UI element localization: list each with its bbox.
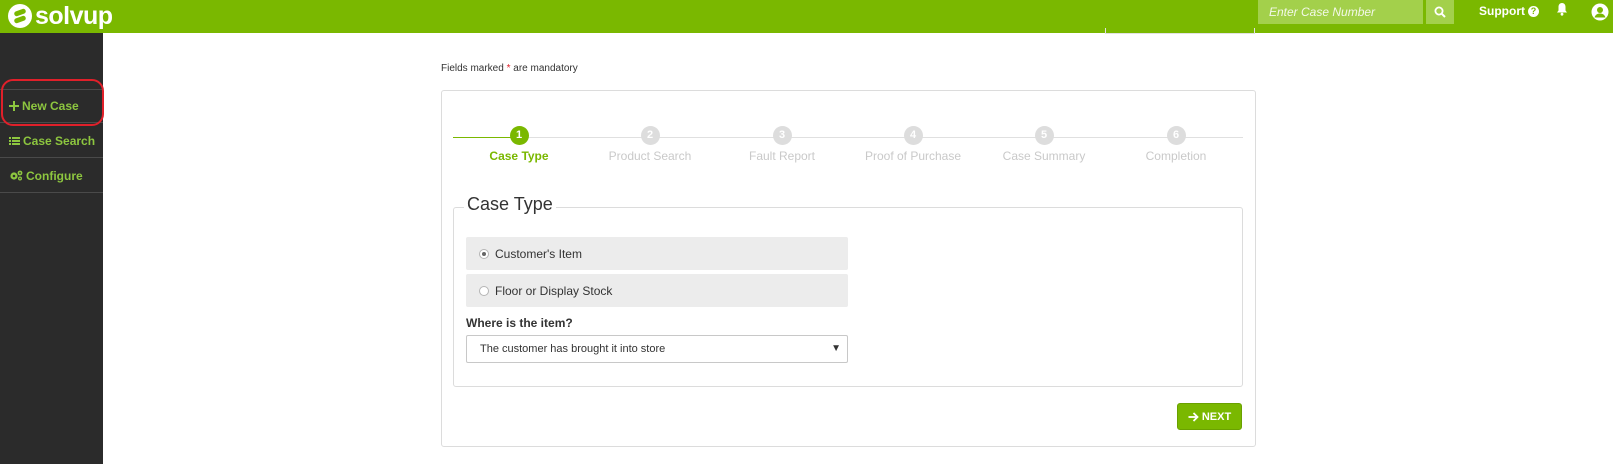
sidebar-item-label: Case Search	[23, 133, 96, 148]
step-proof-of-purchase[interactable]: 4 Proof of Purchase	[843, 126, 983, 163]
step-number: 1	[509, 126, 529, 145]
list-icon	[9, 136, 20, 146]
brand-name: solvup	[35, 2, 113, 30]
step-product-search[interactable]: 2 Product Search	[580, 126, 720, 163]
dropdown-arrow-icon: ▼	[831, 343, 841, 354]
sidebar-item-label: Configure	[26, 168, 83, 183]
where-item-label: Where is the item?	[466, 316, 573, 330]
step-label: Case Summary	[1002, 149, 1086, 163]
search-button[interactable]	[1426, 0, 1454, 24]
section-title: Case Type	[464, 194, 556, 215]
step-label: Product Search	[608, 149, 692, 163]
user-menu-button[interactable]	[1591, 3, 1609, 26]
item-location-select[interactable]: The customer has brought it into store ▼	[466, 335, 848, 363]
arrow-right-icon	[1188, 411, 1199, 422]
logo-icon	[8, 4, 32, 28]
step-number: 5	[1034, 126, 1054, 145]
gears-icon	[9, 170, 23, 181]
step-label: Completion	[1145, 149, 1207, 163]
support-label: Support	[1479, 4, 1525, 18]
top-bar: solvup Support ?	[0, 0, 1613, 33]
step-number: 6	[1166, 126, 1186, 145]
next-label: NEXT	[1201, 410, 1232, 423]
step-label: Proof of Purchase	[864, 149, 962, 163]
step-number: 3	[772, 126, 792, 145]
radio-button[interactable]	[479, 285, 489, 296]
step-fault-report[interactable]: 3 Fault Report	[712, 126, 852, 163]
bell-icon	[1557, 3, 1567, 16]
sidebar-item-configure[interactable]: Configure	[0, 159, 103, 193]
step-number: 4	[903, 126, 923, 145]
required-star: *	[506, 63, 511, 74]
step-case-summary[interactable]: 5 Case Summary	[974, 126, 1114, 163]
mandatory-prefix: Fields marked	[441, 63, 504, 74]
step-completion[interactable]: 6 Completion	[1106, 126, 1246, 163]
user-icon	[1591, 3, 1609, 21]
option-label: Floor or Display Stock	[495, 283, 613, 298]
search-icon	[1434, 6, 1446, 18]
step-number: 2	[640, 126, 660, 145]
sidebar-item-case-search[interactable]: Case Search	[0, 124, 103, 158]
highlight-ring	[1, 79, 104, 126]
step-label: Fault Report	[748, 149, 816, 163]
option-floor-display-stock[interactable]: Floor or Display Stock	[466, 274, 848, 307]
mandatory-note: Fields marked * are mandatory	[441, 63, 578, 74]
collapsed-panel-edge	[1105, 28, 1255, 34]
radio-button-checked[interactable]	[479, 248, 489, 259]
case-number-input[interactable]	[1258, 0, 1423, 24]
option-label: Customer's Item	[495, 246, 582, 261]
option-customers-item[interactable]: Customer's Item	[466, 237, 848, 270]
mandatory-suffix: are mandatory	[513, 63, 578, 74]
notifications-button[interactable]	[1556, 2, 1568, 21]
step-label: Case Type	[489, 149, 549, 163]
support-link[interactable]: Support ?	[1479, 4, 1539, 18]
step-case-type[interactable]: 1 Case Type	[449, 126, 589, 163]
solvup-logo[interactable]: solvup	[8, 2, 113, 30]
select-value: The customer has brought it into store	[480, 343, 666, 355]
next-button[interactable]: NEXT	[1177, 403, 1242, 430]
help-icon: ?	[1528, 5, 1539, 17]
